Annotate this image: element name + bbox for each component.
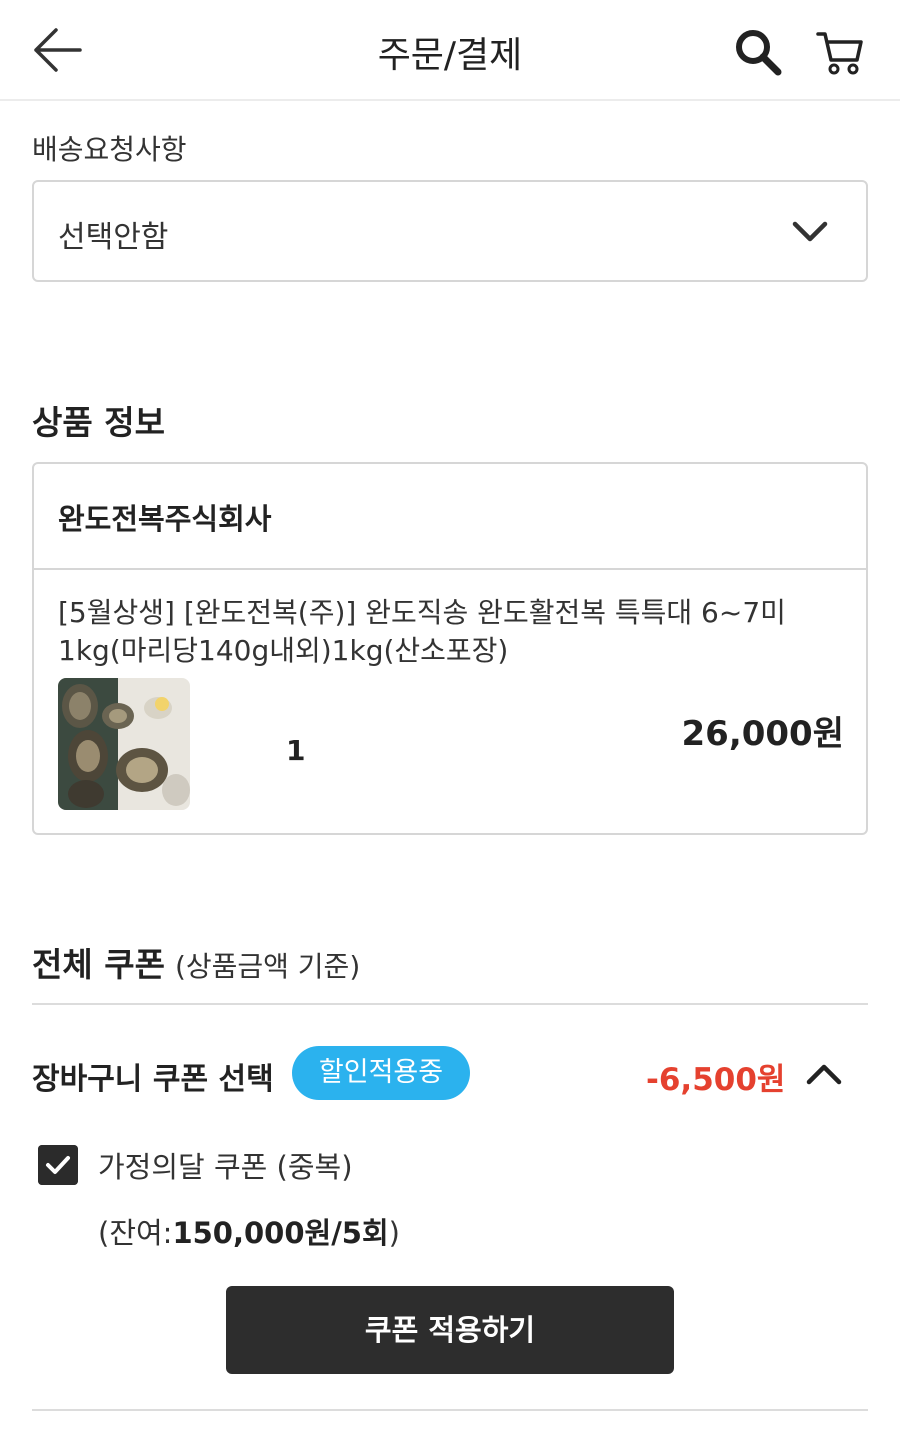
coupon-remaining: (잔여:150,000원/5회) [98, 1210, 400, 1252]
product-name: [5월상생] [완도전복(주)] 완도직송 완도활전복 특특대 6~7미 1kg… [58, 596, 786, 667]
coupon-checkbox[interactable] [38, 1145, 78, 1185]
chevron-up-icon[interactable] [804, 1056, 844, 1092]
remain-suffix: ) [388, 1216, 400, 1250]
remain-prefix: (잔여: [98, 1216, 173, 1250]
coupon-discount-amount: -6,500원 [646, 1062, 786, 1098]
delivery-request-value: 선택안함 [58, 220, 169, 255]
top-app-bar: 주문/결제 [0, 0, 900, 101]
total-coupon-header: 전체 쿠폰 (상품금액 기준) [32, 938, 360, 986]
search-icon[interactable] [732, 26, 784, 78]
seller-name: 완도전복주식회사 [58, 502, 272, 536]
apply-coupon-button[interactable]: 쿠폰 적용하기 [226, 1286, 674, 1374]
product-quantity: 1 [286, 734, 306, 767]
delivery-request-label: 배송요청사항 [32, 133, 187, 166]
product-card: 완도전복주식회사 [5월상생] [완도전복(주)] 완도직송 완도활전복 특특대… [32, 462, 868, 835]
cart-coupon-label: 장바구니 쿠폰 선택 [32, 1062, 274, 1097]
coupon-name[interactable]: 가정의달 쿠폰 (중복) [98, 1144, 353, 1186]
remain-value: 150,000원/5회 [172, 1216, 389, 1250]
divider [34, 568, 866, 570]
product-thumbnail [58, 678, 190, 810]
chevron-down-icon [792, 221, 828, 242]
discount-applied-badge: 할인적용중 [292, 1046, 470, 1100]
divider [32, 1003, 868, 1005]
product-price: 26,000원 [681, 714, 844, 754]
delivery-request-select[interactable]: 선택안함 [32, 180, 868, 282]
total-coupon-title: 전체 쿠폰 [32, 945, 165, 984]
total-coupon-subtitle: (상품금액 기준) [174, 950, 361, 983]
product-info-title: 상품 정보 [32, 403, 165, 442]
cart-icon[interactable] [814, 26, 866, 78]
divider [32, 1409, 868, 1411]
